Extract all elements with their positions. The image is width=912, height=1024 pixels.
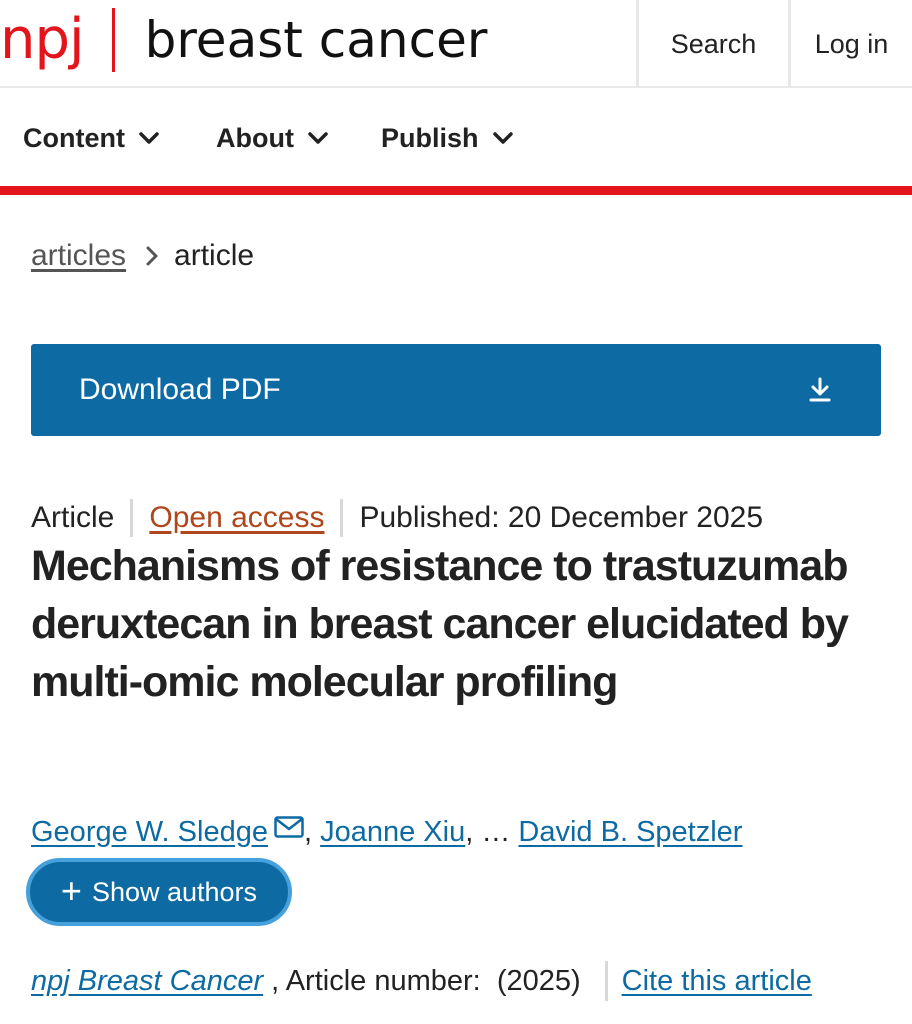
mail-icon[interactable] — [274, 816, 304, 838]
article-title: Mechanisms of resistance to trastuzumab … — [31, 542, 849, 706]
author-ellipsis: , … — [465, 815, 511, 848]
cite-this-article-link[interactable]: Cite this article — [622, 965, 812, 998]
nav-item-content[interactable]: Content — [23, 120, 159, 156]
open-access-link[interactable]: Open access — [149, 501, 324, 535]
chevron-down-icon — [139, 131, 159, 145]
chevron-right-icon — [146, 246, 158, 266]
author-link-second[interactable]: Joanne Xiu — [320, 816, 465, 849]
nav-item-about[interactable]: About — [216, 120, 328, 156]
site-header: npj breast cancer Search Log in — [0, 0, 912, 88]
citation-divider — [604, 961, 608, 1001]
main-nav: Content About Publish — [0, 90, 912, 186]
logo-journal-name: breast cancer — [144, 11, 488, 69]
plus-icon: + — [60, 869, 82, 911]
nav-item-label: Content — [23, 122, 125, 153]
nav-item-label: About — [216, 122, 294, 153]
search-button[interactable]: Search — [636, 0, 788, 88]
meta-divider — [340, 499, 344, 537]
show-authors-button[interactable]: + Show authors — [26, 858, 292, 926]
author-list: George W. Sledge , Joanne Xiu , … David … — [31, 812, 742, 852]
breadcrumb-link-articles[interactable]: articles — [31, 239, 126, 273]
header-accent-rule — [0, 186, 912, 195]
download-pdf-button[interactable]: Download PDF — [31, 344, 881, 436]
logo-divider — [111, 8, 115, 72]
breadcrumb-current: article — [174, 239, 255, 272]
chevron-down-icon — [308, 131, 328, 145]
nav-item-publish[interactable]: Publish — [381, 120, 513, 156]
author-link-last[interactable]: David B. Spetzler — [518, 816, 742, 849]
journal-link[interactable]: npj Breast Cancer — [31, 965, 263, 998]
article-meta: Article Open access Published: 20 Decemb… — [31, 498, 763, 538]
article-number: , Article number: (2025) — [263, 964, 581, 997]
author-link-first[interactable]: George W. Sledge — [31, 816, 268, 849]
show-authors-label: Show authors — [91, 876, 258, 907]
published-date: Published: 20 December 2025 — [359, 501, 764, 534]
citation-line: npj Breast Cancer , Article number: (202… — [31, 960, 812, 1002]
login-button[interactable]: Log in — [788, 0, 912, 88]
download-icon — [809, 377, 831, 408]
meta-divider — [130, 499, 134, 537]
author-separator: , — [303, 815, 313, 848]
chevron-down-icon — [492, 131, 513, 145]
nav-item-label: Publish — [381, 122, 479, 153]
logo-brand: npj — [0, 7, 85, 72]
article-type: Article — [31, 501, 115, 534]
breadcrumb: articles article — [31, 236, 254, 276]
download-pdf-label: Download PDF — [79, 373, 281, 406]
journal-logo[interactable]: npj breast cancer — [0, 4, 487, 76]
